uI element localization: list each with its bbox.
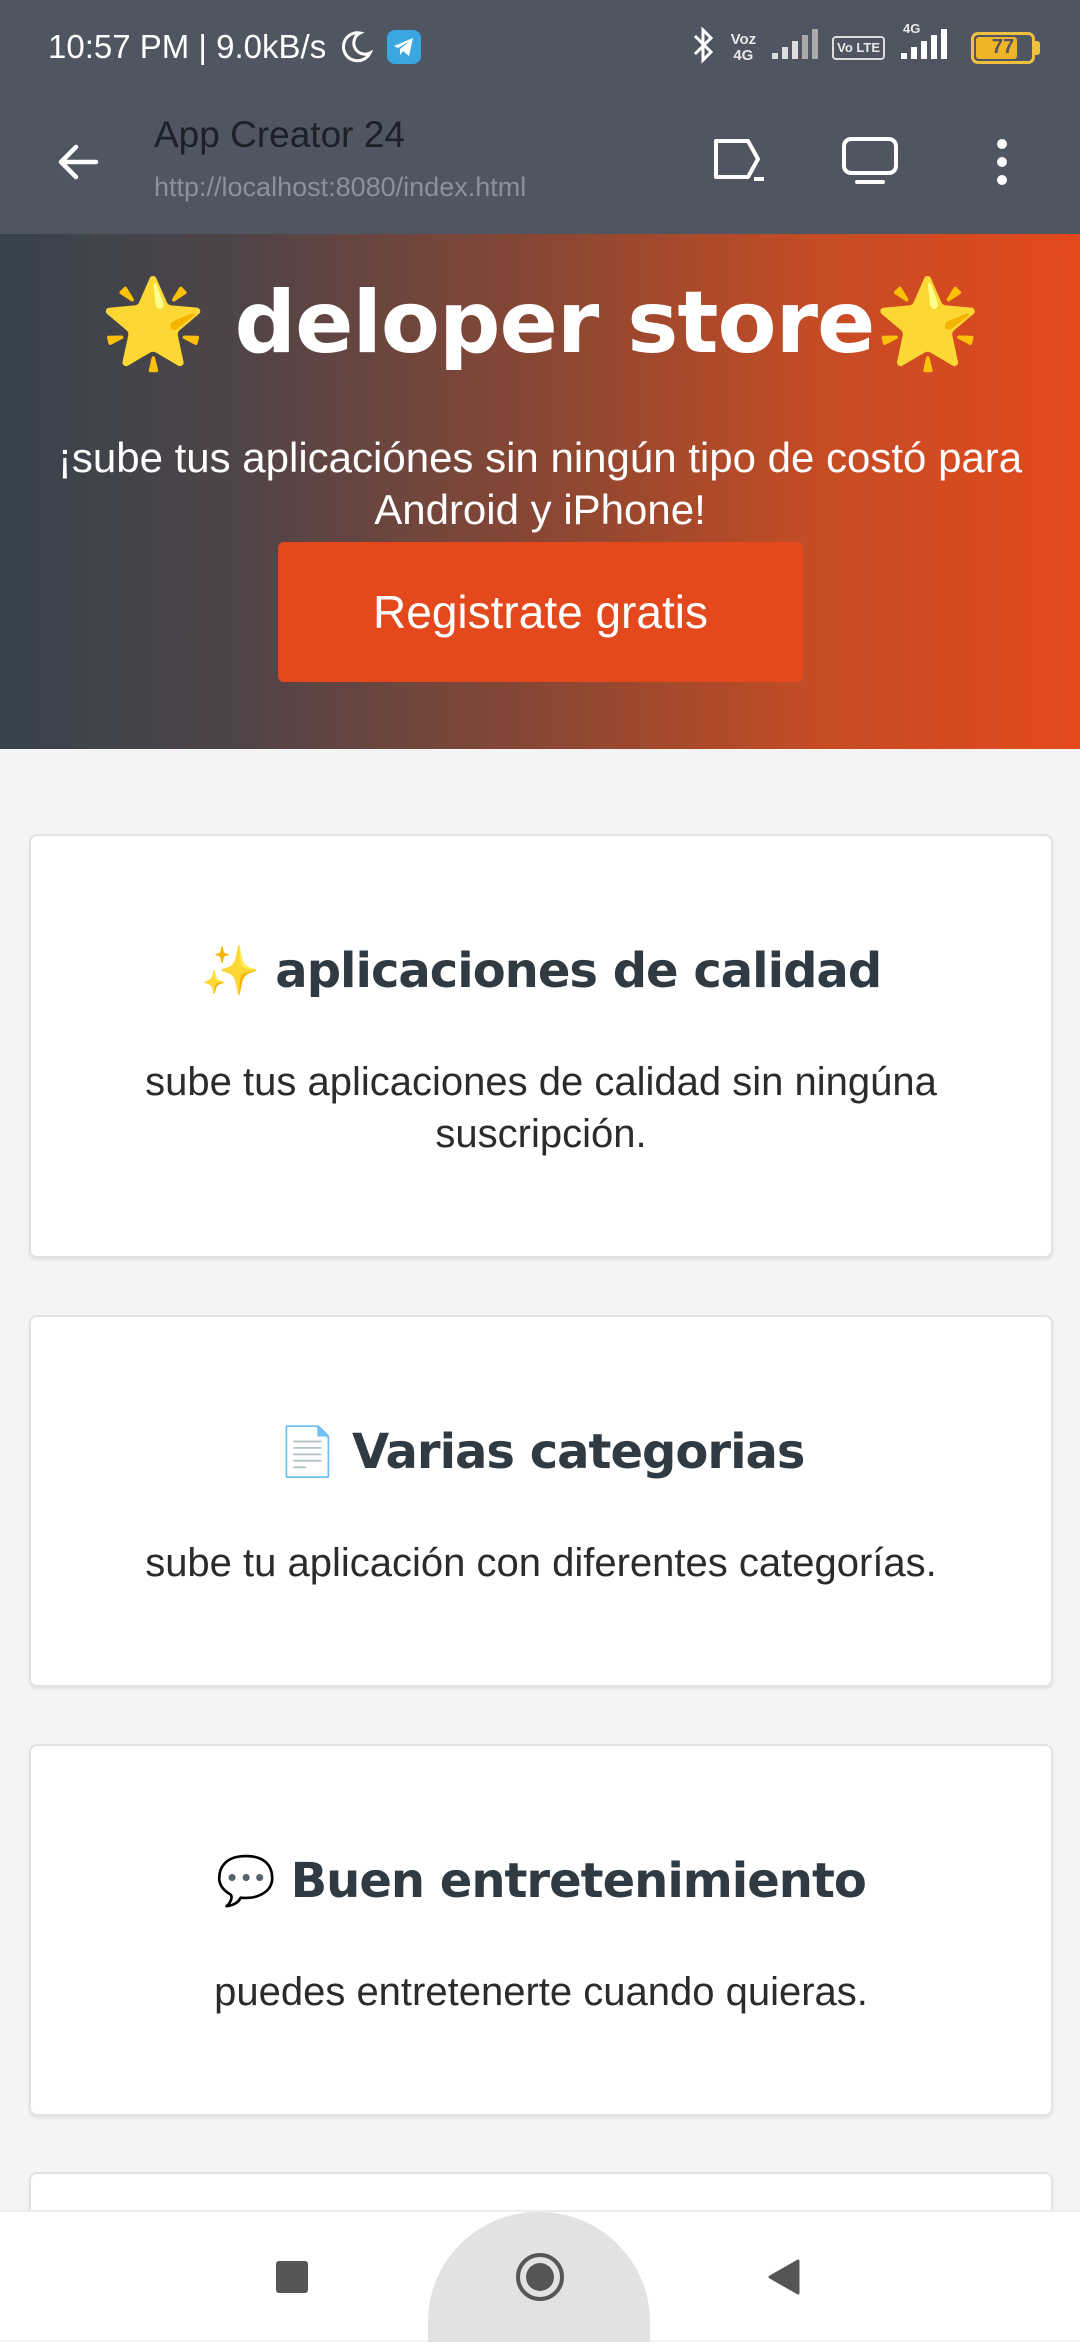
app-title: App Creator 24: [154, 114, 405, 155]
feature-card-heading: ✨ aplicaciones de calidad: [31, 942, 1051, 999]
telegram-icon: [386, 29, 422, 65]
speech-bubble-icon: 💬: [216, 1853, 276, 1909]
cast-button[interactable]: [706, 130, 770, 194]
back-nav-button[interactable]: [744, 2242, 824, 2312]
signal-indicator-2: 4G: [899, 21, 957, 66]
status-time-speed: 10:57 PM | 9.0kB/s: [48, 28, 327, 65]
recents-button[interactable]: [252, 2242, 332, 2312]
hero-banner: 🌟 deloper store🌟 ¡sube tus aplicaciónes …: [0, 234, 1080, 749]
lte-icon: Vo LTE: [832, 35, 885, 60]
volte-indicator: Voz 4G: [730, 30, 757, 64]
moon-icon: [338, 29, 374, 65]
hero-subtitle: ¡sube tus aplicaciónes sin ningún tipo d…: [57, 434, 1023, 533]
feature-card-text: sube tu aplicación con diferentes catego…: [145, 1541, 937, 1585]
navigation-bar: [0, 2210, 1080, 2342]
register-button[interactable]: Registrate gratis: [278, 542, 803, 682]
sparkles-icon: ✨: [200, 943, 261, 999]
battery-indicator: 77: [971, 31, 1040, 64]
status-right: Voz 4G Vo LTE 4G 77: [691, 21, 1040, 69]
document-icon: 📄: [277, 1424, 338, 1480]
app-url: http://localhost:8080/index.html: [154, 172, 527, 202]
bluetooth-icon: [691, 26, 717, 69]
volte-label-bottom: 4G: [733, 46, 754, 64]
feature-card-text: puedes entretenerte cuando quieras.: [214, 1970, 868, 2014]
triangle-back-icon: [768, 2259, 800, 2295]
feature-card-quality: ✨ aplicaciones de calidad sube tus aplic…: [29, 834, 1053, 1258]
monitor-icon: [842, 137, 898, 184]
battery-cap: [1035, 40, 1040, 55]
more-vertical-icon: [997, 139, 1007, 185]
signal-icon-1: [770, 29, 819, 66]
square-icon: [276, 2261, 308, 2293]
feature-card-entertainment: 💬 Buen entretenimiento puedes entretener…: [29, 1744, 1053, 2116]
back-button[interactable]: [46, 130, 110, 194]
feature-card-heading: 📄 Varias categorias: [31, 1423, 1051, 1480]
signal2-label: 4G: [903, 21, 921, 36]
desktop-view-button[interactable]: [838, 130, 902, 194]
feature-card-title: Varias categorias: [352, 1424, 805, 1480]
cast-icon: [714, 139, 764, 181]
feature-card-title: aplicaciones de calidad: [275, 943, 882, 999]
feature-card-heading: 💬 Buen entretenimiento: [31, 1852, 1051, 1909]
status-bar: 10:57 PM | 9.0kB/s Voz 4G Vo LTE 4G 77: [0, 0, 1080, 100]
battery-level: 77: [991, 36, 1015, 58]
battery-icon: 77: [971, 31, 1035, 64]
feature-card-text: sube tus aplicaciones de calidad sin nin…: [145, 1060, 937, 1156]
status-left: 10:57 PM | 9.0kB/s: [48, 28, 422, 66]
feature-card-title: Buen entretenimiento: [290, 1853, 867, 1909]
arrow-left-icon: [58, 144, 99, 180]
lte-label: Vo LTE: [837, 39, 880, 55]
more-options-button[interactable]: [970, 130, 1034, 194]
signal-icon-2: [899, 29, 957, 65]
volte-label-top: Voz: [730, 30, 757, 48]
hero-title: 🌟 deloper store🌟: [99, 273, 982, 373]
feature-card-categories: 📄 Varias categorias sube tu aplicación c…: [29, 1315, 1053, 1687]
home-button[interactable]: [500, 2242, 580, 2312]
app-bar: App Creator 24 http://localhost:8080/ind…: [0, 100, 1080, 234]
circle-icon: [516, 2253, 564, 2301]
